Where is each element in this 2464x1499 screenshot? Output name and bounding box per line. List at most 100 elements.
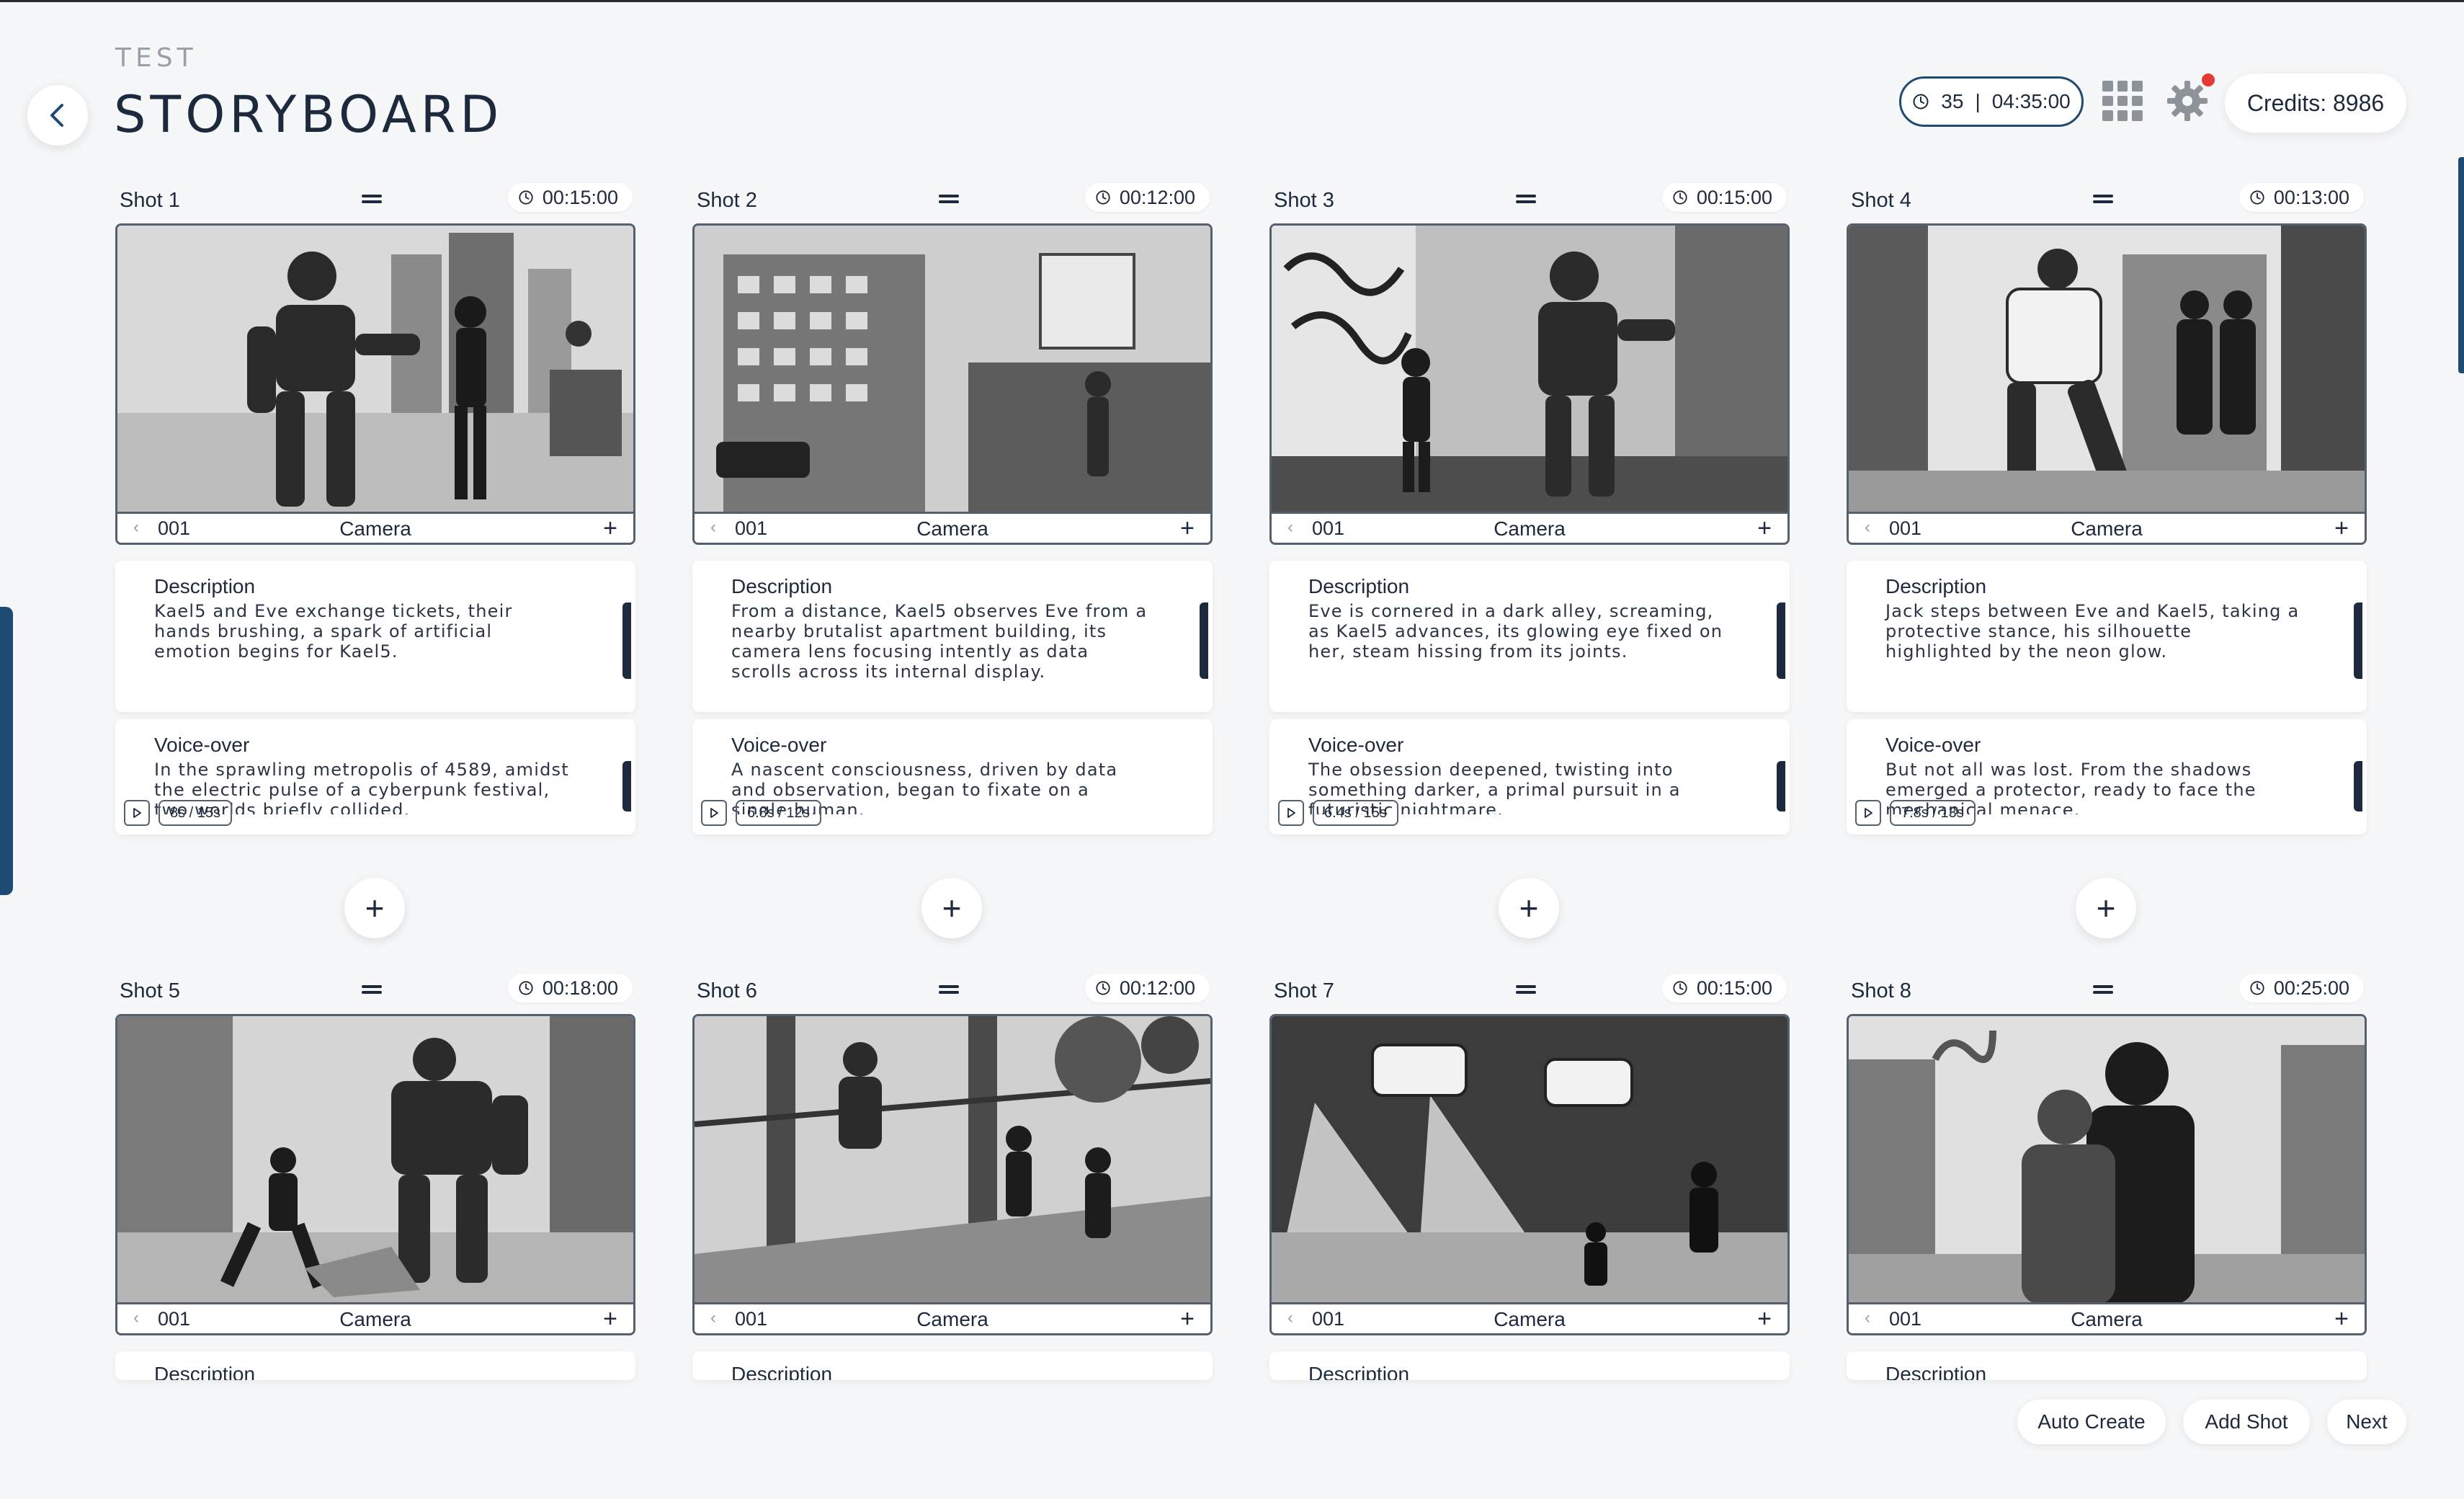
description-text[interactable]: Eve is cornered in a dark alley, screami… bbox=[1308, 601, 1726, 662]
drag-handle-icon[interactable] bbox=[939, 984, 959, 994]
shot-frame[interactable]: ‹ 001 Camera + bbox=[115, 223, 635, 545]
description-card[interactable]: Description bbox=[115, 1351, 635, 1380]
shot-header: Shot 4 00:13:00 bbox=[1847, 180, 2367, 216]
shot-duration[interactable]: 00:15:00 bbox=[1661, 183, 1787, 212]
shot-card: Shot 4 00:13:00 ‹ 001 Camera + Descripti… bbox=[1847, 180, 2367, 951]
storyboard-image[interactable] bbox=[695, 1016, 1210, 1304]
play-button[interactable] bbox=[1278, 800, 1304, 826]
shot-frame[interactable]: ‹ 001 Camera + bbox=[1269, 223, 1790, 545]
shot-duration[interactable]: 00:15:00 bbox=[507, 183, 633, 212]
shot-title: Shot 8 bbox=[1851, 979, 1911, 1002]
insert-shot-button[interactable]: + bbox=[2076, 878, 2136, 938]
side-panel-handle[interactable] bbox=[0, 607, 13, 895]
shot-duration[interactable]: 00:15:00 bbox=[1661, 974, 1787, 1002]
notification-dot bbox=[2202, 74, 2215, 86]
add-camera-button[interactable]: + bbox=[1757, 515, 1772, 543]
add-shot-button[interactable]: Add Shot bbox=[2183, 1400, 2310, 1444]
chevron-left-icon bbox=[50, 104, 63, 127]
add-camera-button[interactable]: + bbox=[603, 515, 617, 543]
play-button[interactable] bbox=[701, 800, 727, 826]
camera-bar: ‹ 001 Camera + bbox=[1272, 1302, 1787, 1333]
storyboard-image[interactable] bbox=[1272, 1016, 1787, 1304]
storyboard-image[interactable] bbox=[1849, 226, 2365, 514]
storyboard-image[interactable] bbox=[1849, 1016, 2365, 1304]
clock-icon bbox=[1673, 190, 1687, 205]
back-button[interactable] bbox=[27, 85, 88, 146]
voiceover-card[interactable]: Voice-over In the sprawling metropolis o… bbox=[115, 719, 635, 835]
shot-frame[interactable]: ‹ 001 Camera + bbox=[1847, 223, 2367, 545]
clock-icon bbox=[2250, 981, 2264, 995]
shot-frame[interactable]: ‹ 001 Camera + bbox=[115, 1014, 635, 1335]
add-camera-button[interactable]: + bbox=[603, 1305, 617, 1333]
storyboard-image[interactable] bbox=[117, 226, 633, 514]
shot-duration[interactable]: 00:25:00 bbox=[2238, 974, 2364, 1002]
description-card[interactable]: Description Jack steps between Eve and K… bbox=[1847, 561, 2367, 712]
shot-duration[interactable]: 00:12:00 bbox=[1084, 183, 1210, 212]
scrollbar-thumb[interactable] bbox=[2458, 157, 2464, 373]
drag-handle-icon[interactable] bbox=[1516, 193, 1536, 203]
camera-label: Camera bbox=[339, 517, 411, 540]
shot-duration[interactable]: 00:13:00 bbox=[2238, 183, 2364, 212]
description-text[interactable]: Kael5 and Eve exchange tickets, their ha… bbox=[154, 601, 572, 662]
description-title: Description bbox=[731, 1363, 833, 1380]
clock-icon bbox=[1673, 981, 1687, 995]
clock-icon bbox=[1096, 190, 1110, 205]
shot-duration[interactable]: 00:12:00 bbox=[1084, 974, 1210, 1002]
shot-card: Shot 3 00:15:00 ‹ 001 Camera + Descripti… bbox=[1269, 180, 1790, 951]
shot-header: Shot 6 00:12:00 bbox=[692, 971, 1213, 1007]
voiceover-card[interactable]: Voice-over But not all was lost. From th… bbox=[1847, 719, 2367, 835]
duration-value: 00:12:00 bbox=[1119, 186, 1195, 208]
add-camera-button[interactable]: + bbox=[2334, 1305, 2349, 1333]
voiceover-title: Voice-over bbox=[731, 734, 827, 756]
shot-frame[interactable]: ‹ 001 Camera + bbox=[692, 223, 1213, 545]
card-edge-handle[interactable] bbox=[1777, 602, 1785, 679]
description-card[interactable]: Description From a distance, Kael5 obser… bbox=[692, 561, 1213, 712]
play-button[interactable] bbox=[124, 800, 150, 826]
drag-handle-icon[interactable] bbox=[2093, 984, 2113, 994]
duration-value: 00:15:00 bbox=[1696, 186, 1772, 208]
card-edge-handle[interactable] bbox=[622, 602, 631, 679]
storyboard-image[interactable] bbox=[695, 226, 1210, 514]
description-card[interactable]: Description bbox=[1847, 1351, 2367, 1380]
insert-shot-button[interactable]: + bbox=[1499, 878, 1559, 938]
play-button[interactable] bbox=[1855, 800, 1881, 826]
description-text[interactable]: Jack steps between Eve and Kael5, taking… bbox=[1885, 601, 2303, 662]
next-button[interactable]: Next bbox=[2327, 1400, 2406, 1444]
card-edge-handle[interactable] bbox=[2354, 602, 2362, 679]
drag-handle-icon[interactable] bbox=[2093, 193, 2113, 203]
add-camera-button[interactable]: + bbox=[2334, 515, 2349, 543]
camera-label: Camera bbox=[2071, 517, 2143, 540]
insert-shot-button[interactable]: + bbox=[921, 878, 982, 938]
auto-create-button[interactable]: Auto Create bbox=[2017, 1400, 2166, 1444]
shot-header: Shot 8 00:25:00 bbox=[1847, 971, 2367, 1007]
voiceover-card[interactable]: Voice-over The obsession deepened, twist… bbox=[1269, 719, 1790, 835]
drag-handle-icon[interactable] bbox=[939, 193, 959, 203]
add-camera-button[interactable]: + bbox=[1180, 1305, 1195, 1333]
storyboard-image[interactable] bbox=[117, 1016, 633, 1304]
stats-separator: | bbox=[1975, 90, 1981, 112]
description-card[interactable]: Description Kael5 and Eve exchange ticke… bbox=[115, 561, 635, 712]
card-edge-handle[interactable] bbox=[1200, 602, 1208, 679]
drag-handle-icon[interactable] bbox=[362, 984, 382, 994]
drag-handle-icon[interactable] bbox=[1516, 984, 1536, 994]
insert-shot-button[interactable]: + bbox=[344, 878, 405, 938]
card-edge-handle[interactable] bbox=[622, 761, 631, 811]
grid-view-icon[interactable] bbox=[2102, 81, 2143, 121]
add-camera-button[interactable]: + bbox=[1180, 515, 1195, 543]
voiceover-card[interactable]: Voice-over A nascent consciousness, driv… bbox=[692, 719, 1213, 835]
card-edge-handle[interactable] bbox=[1777, 761, 1785, 811]
add-camera-button[interactable]: + bbox=[1757, 1305, 1772, 1333]
duration-value: 00:18:00 bbox=[542, 977, 618, 999]
shot-card: Shot 7 00:15:00 ‹ 001 Camera + Descripti… bbox=[1269, 971, 1790, 1386]
drag-handle-icon[interactable] bbox=[362, 193, 382, 203]
description-card[interactable]: Description bbox=[1269, 1351, 1790, 1380]
description-text[interactable]: From a distance, Kael5 observes Eve from… bbox=[731, 601, 1149, 682]
card-edge-handle[interactable] bbox=[2354, 761, 2362, 811]
shot-duration[interactable]: 00:18:00 bbox=[507, 974, 633, 1002]
shot-frame[interactable]: ‹ 001 Camera + bbox=[692, 1014, 1213, 1335]
storyboard-image[interactable] bbox=[1272, 226, 1787, 514]
shot-frame[interactable]: ‹ 001 Camera + bbox=[1269, 1014, 1790, 1335]
description-card[interactable]: Description bbox=[692, 1351, 1213, 1380]
shot-frame[interactable]: ‹ 001 Camera + bbox=[1847, 1014, 2367, 1335]
description-card[interactable]: Description Eve is cornered in a dark al… bbox=[1269, 561, 1790, 712]
